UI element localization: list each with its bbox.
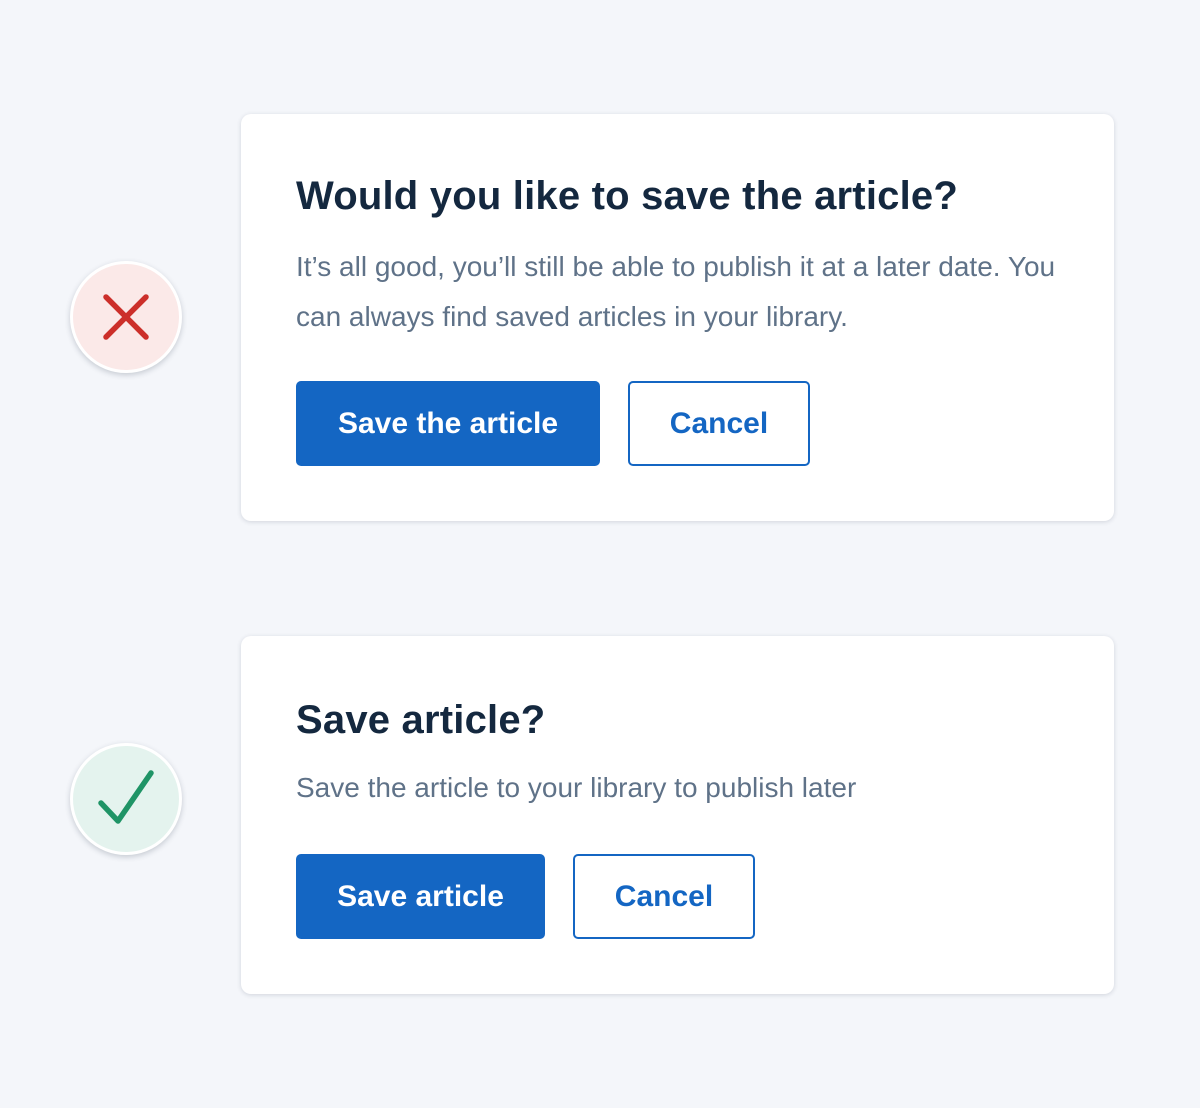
dialog-actions: Save article Cancel <box>296 854 755 939</box>
bad-example-marker <box>70 261 182 373</box>
checkmark-icon <box>98 770 154 824</box>
cross-icon <box>103 294 149 340</box>
dialog-title: Would you like to save the article? <box>296 174 958 218</box>
dialog-card: Would you like to save the article? It’s… <box>241 114 1114 521</box>
save-article-button[interactable]: Save article <box>296 854 545 939</box>
cancel-button[interactable]: Cancel <box>573 854 755 939</box>
save-the-article-button[interactable]: Save the article <box>296 381 600 466</box>
dialog-card: Save article? Save the article to your l… <box>241 636 1114 994</box>
dialog-body: Save the article to your library to publ… <box>296 772 857 803</box>
dialog-title: Save article? <box>296 698 546 742</box>
dialog-actions: Save the article Cancel <box>296 381 810 466</box>
cancel-button[interactable]: Cancel <box>628 381 810 466</box>
dialog-body: It’s all good, you’ll still be able to p… <box>296 251 1056 332</box>
good-example-marker <box>70 743 182 855</box>
